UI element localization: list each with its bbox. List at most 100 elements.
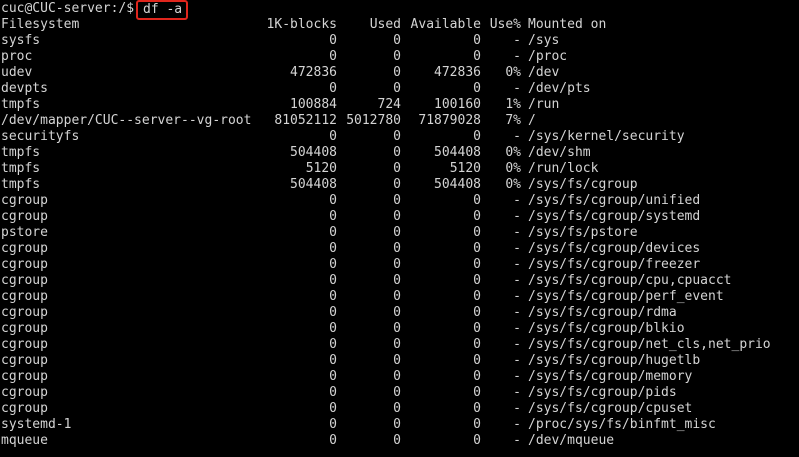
cell-available: 0 — [473, 257, 481, 272]
cell-use-percent: 7% — [505, 113, 521, 128]
cell-use-percent: - — [513, 81, 521, 96]
cell-blocks: 504408 — [290, 177, 337, 192]
cell-use-percent: - — [513, 129, 521, 144]
cell-filesystem: cgroup — [1, 273, 48, 288]
cell-use-percent: - — [513, 193, 521, 208]
cell-blocks: 472836 — [290, 65, 337, 80]
cell-use-percent: - — [513, 353, 521, 368]
header-use-percent: Use% — [489, 17, 521, 32]
cell-mounted-on: /sys — [528, 33, 560, 48]
cell-blocks: 0 — [329, 369, 337, 384]
cell-blocks: 100884 — [290, 97, 337, 112]
cell-available: 0 — [473, 433, 481, 448]
cell-mounted-on: /dev/mqueue — [528, 433, 615, 448]
cell-filesystem: tmpfs — [1, 97, 41, 112]
command-text: df -a — [143, 2, 183, 17]
terminal-window[interactable]: cuc@CUC-server:/$ df -a Filesystem 1K-bl… — [0, 0, 799, 457]
cell-used: 0 — [393, 305, 401, 320]
cell-blocks: 5120 — [305, 161, 337, 176]
cell-blocks: 0 — [329, 401, 337, 416]
cell-available: 504408 — [434, 145, 481, 160]
cell-used: 0 — [393, 33, 401, 48]
cell-available: 0 — [473, 353, 481, 368]
cell-use-percent: - — [513, 337, 521, 352]
cell-use-percent: - — [513, 241, 521, 256]
cell-used: 0 — [393, 433, 401, 448]
cell-use-percent: - — [513, 289, 521, 304]
cell-blocks: 0 — [329, 33, 337, 48]
cell-use-percent: 0% — [505, 145, 521, 160]
cell-used: 724 — [377, 97, 401, 112]
cell-blocks: 0 — [329, 257, 337, 272]
header-available: Available — [410, 17, 481, 32]
cell-mounted-on: /sys/fs/cgroup — [528, 177, 638, 192]
cell-filesystem: cgroup — [1, 289, 48, 304]
cell-used: 0 — [393, 321, 401, 336]
cell-use-percent: 1% — [505, 97, 521, 112]
header-mounted-on: Mounted on — [528, 17, 607, 32]
cell-used: 0 — [393, 65, 401, 80]
cell-mounted-on: /sys/fs/cgroup/devices — [528, 241, 701, 256]
cell-mounted-on: /sys/fs/cgroup/systemd — [528, 209, 701, 224]
cell-filesystem: devpts — [1, 81, 48, 96]
cell-mounted-on: /sys/fs/cgroup/unified — [528, 193, 701, 208]
cell-available: 71879028 — [418, 113, 481, 128]
cell-blocks: 0 — [329, 433, 337, 448]
cell-mounted-on: /dev — [528, 65, 560, 80]
shell-prompt: cuc@CUC-server:/$ — [1, 1, 135, 16]
cell-used: 0 — [393, 129, 401, 144]
cell-filesystem: mqueue — [1, 433, 48, 448]
cell-filesystem: cgroup — [1, 401, 48, 416]
cell-use-percent: - — [513, 225, 521, 240]
table-header: Filesystem 1K-blocks Used Available Use%… — [0, 17, 606, 33]
cell-mounted-on: /sys/fs/cgroup/cpuset — [528, 401, 693, 416]
cell-filesystem: cgroup — [1, 369, 48, 384]
cell-blocks: 0 — [329, 321, 337, 336]
cell-use-percent: 0% — [505, 161, 521, 176]
cell-available: 0 — [473, 81, 481, 96]
cell-available: 5120 — [449, 161, 481, 176]
cell-blocks: 0 — [329, 241, 337, 256]
cell-use-percent: - — [513, 257, 521, 272]
cell-use-percent: - — [513, 417, 521, 432]
cell-filesystem: cgroup — [1, 337, 48, 352]
cell-filesystem: cgroup — [1, 353, 48, 368]
cell-mounted-on: /sys/kernel/security — [528, 129, 685, 144]
cell-mounted-on: /sys/fs/cgroup/pids — [528, 385, 677, 400]
cell-mounted-on: /dev/pts — [528, 81, 591, 96]
cell-use-percent: - — [513, 33, 521, 48]
cell-used: 0 — [393, 177, 401, 192]
cell-available: 0 — [473, 321, 481, 336]
cell-mounted-on: /sys/fs/cgroup/blkio — [528, 321, 685, 336]
cell-filesystem: tmpfs — [1, 177, 41, 192]
cell-use-percent: - — [513, 369, 521, 384]
cell-filesystem: cgroup — [1, 385, 48, 400]
cell-mounted-on: /run/lock — [528, 161, 599, 176]
cell-filesystem: tmpfs — [1, 161, 41, 176]
cell-used: 0 — [393, 49, 401, 64]
cell-blocks: 0 — [329, 49, 337, 64]
cell-used: 0 — [393, 257, 401, 272]
header-filesystem: Filesystem — [1, 17, 80, 32]
cell-mounted-on: /sys/fs/cgroup/net_cls,net_prio — [528, 337, 771, 352]
cell-used: 5012780 — [346, 113, 401, 128]
cell-filesystem: cgroup — [1, 209, 48, 224]
cell-used: 0 — [393, 225, 401, 240]
cell-mounted-on: /sys/fs/pstore — [528, 225, 638, 240]
cell-used: 0 — [393, 385, 401, 400]
header-blocks: 1K-blocks — [266, 17, 337, 32]
cell-filesystem: cgroup — [1, 241, 48, 256]
command-highlight: df -a — [136, 0, 189, 20]
header-used: Used — [369, 17, 401, 32]
cell-available: 0 — [473, 401, 481, 416]
cell-available: 0 — [473, 369, 481, 384]
cell-blocks: 0 — [329, 289, 337, 304]
cell-use-percent: - — [513, 433, 521, 448]
cell-filesystem: systemd-1 — [1, 417, 72, 432]
cell-used: 0 — [393, 161, 401, 176]
cell-used: 0 — [393, 193, 401, 208]
cell-available: 0 — [473, 209, 481, 224]
cell-available: 0 — [473, 225, 481, 240]
cell-blocks: 0 — [329, 209, 337, 224]
cell-available: 0 — [473, 33, 481, 48]
